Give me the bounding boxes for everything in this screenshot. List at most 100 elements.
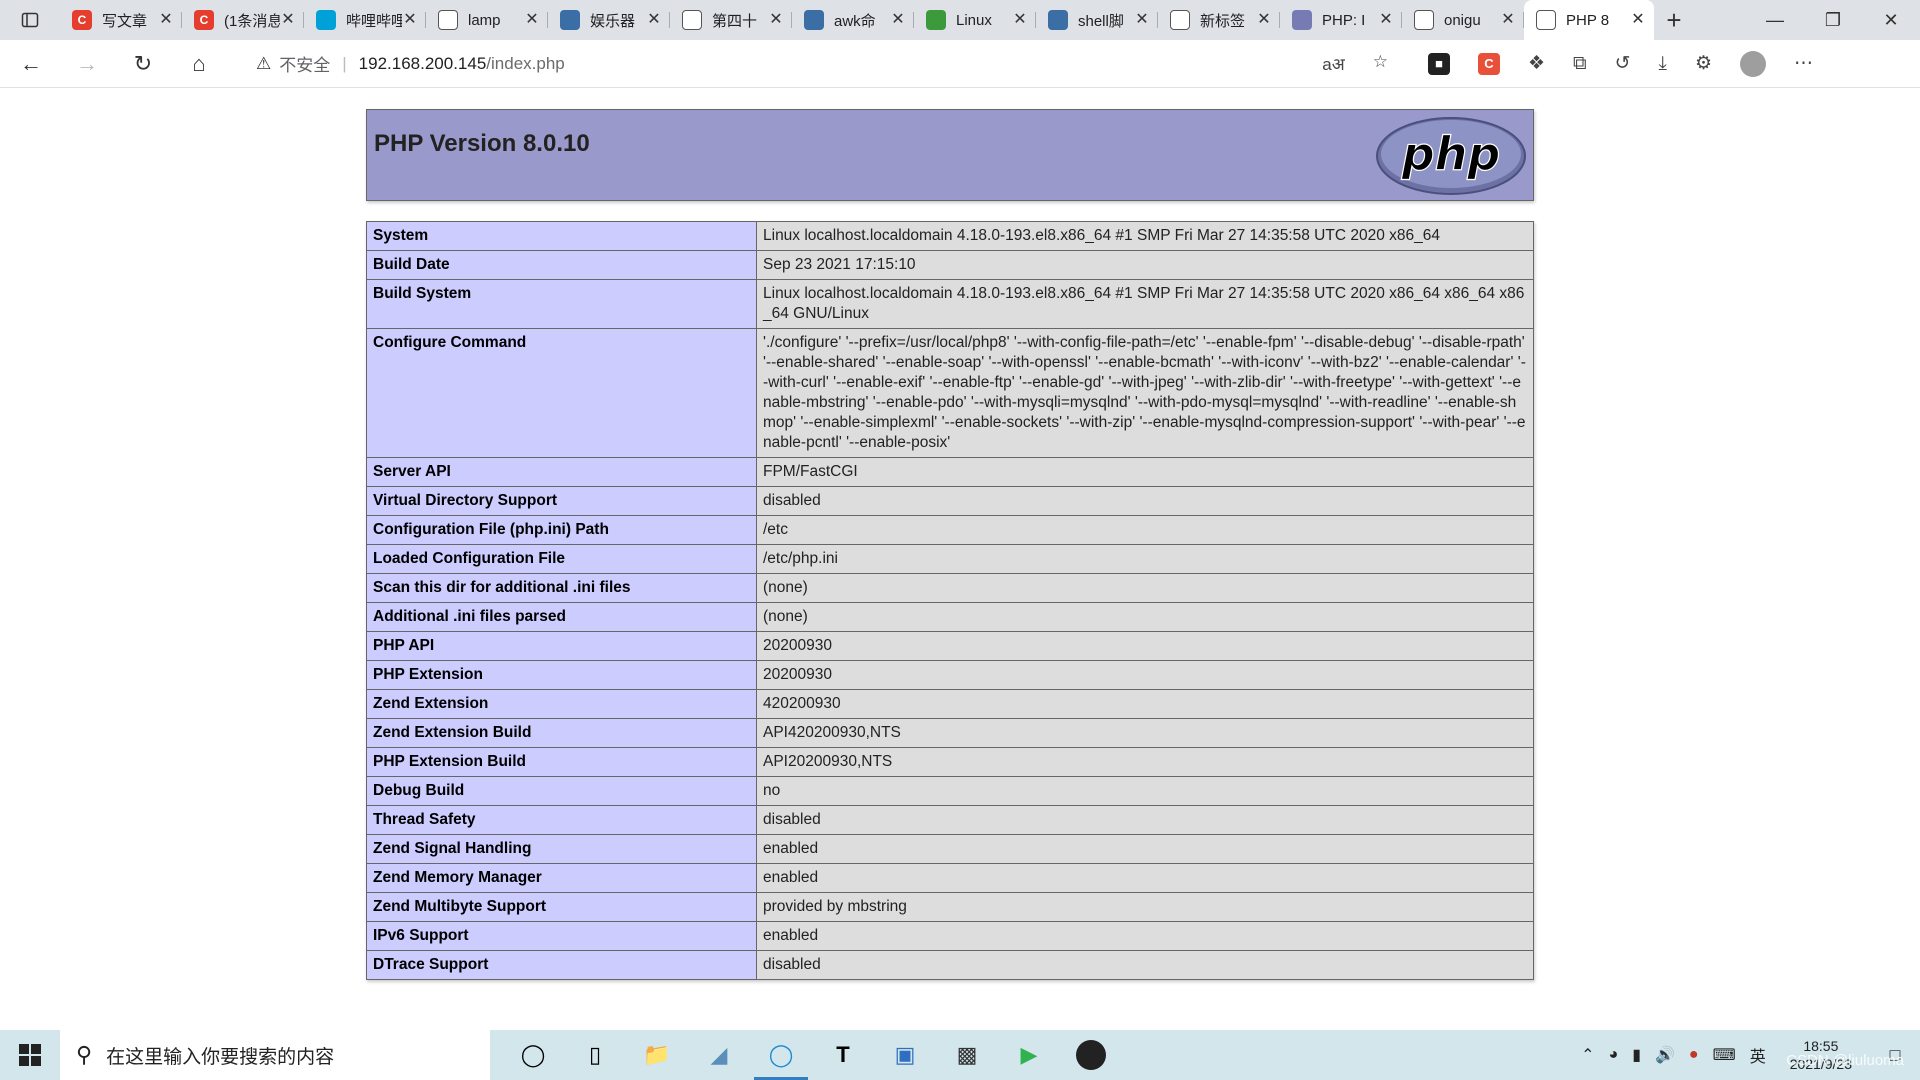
user-app-icon[interactable] [1060, 1030, 1122, 1080]
history-icon[interactable]: ↺ [1615, 52, 1631, 75]
row-key: Server API [366, 457, 757, 487]
new-tab-button[interactable]: + [1654, 0, 1694, 40]
add-favorite-icon[interactable]: ☆ [1373, 52, 1388, 75]
battery-icon[interactable]: ▮ [1632, 1045, 1641, 1065]
keyboard-icon[interactable]: ⌨ [1713, 1045, 1736, 1065]
warning-icon: ⚠ [256, 53, 272, 73]
browser-tab[interactable]: 新标签 ✕ [1158, 0, 1280, 40]
table-row: Zend Extension Build API420200930,NTS [366, 718, 1534, 748]
terminal-icon[interactable]: ▩ [936, 1030, 998, 1080]
tab-favicon-icon [926, 10, 946, 30]
watermark: CSDN @liuluoma [1786, 1052, 1904, 1069]
extensions-puzzle-icon[interactable]: ❖ [1528, 52, 1545, 75]
table-row: Configure Command './configure' '--prefix… [366, 328, 1534, 458]
qq-icon[interactable]: ● [1689, 1046, 1699, 1064]
tab-favicon-icon [1414, 10, 1434, 30]
table-row: DTrace Support disabled [366, 950, 1534, 980]
tab-close-icon[interactable]: ✕ [402, 12, 418, 28]
browser-tab[interactable]: shell脚 ✕ [1036, 0, 1158, 40]
edge-icon[interactable]: ◯ [750, 1030, 812, 1080]
row-value: API420200930,NTS [756, 718, 1534, 748]
tab-favicon-icon [1048, 10, 1068, 30]
app-icon[interactable]: ◢ [688, 1030, 750, 1080]
tab-close-icon[interactable]: ✕ [524, 12, 540, 28]
tab-close-icon[interactable]: ✕ [1012, 12, 1028, 28]
media-player-icon[interactable]: ▶ [998, 1030, 1060, 1080]
tab-close-icon[interactable]: ✕ [890, 12, 906, 28]
file-explorer-icon[interactable]: 📁 [626, 1030, 688, 1080]
chevron-up-icon[interactable]: ⌃ [1581, 1045, 1594, 1065]
downloads-icon[interactable]: ⤓ [1659, 53, 1667, 75]
tab-close-icon[interactable]: ✕ [646, 12, 662, 28]
back-button[interactable]: ← [6, 44, 56, 84]
extension-toolbar: ■ C ❖ ⧉ ↺ ⤓ ⚙ ⋯ [1428, 50, 1813, 77]
windows-taskbar: ⚲ 在这里输入你要搜索的内容 ◯ ▯ 📁 ◢ ◯ T ▣ ▩ ▶ ⌃ ◕ ▮ 🔊… [0, 1030, 1920, 1080]
tab-close-icon[interactable]: ✕ [280, 12, 296, 28]
restore-icon[interactable]: ❐ [1804, 0, 1862, 40]
browser-tab[interactable]: lamp ✕ [426, 0, 548, 40]
task-view-icon[interactable]: ▯ [564, 1030, 626, 1080]
extension-icon[interactable]: ■ [1428, 52, 1450, 75]
row-value: enabled [756, 863, 1534, 893]
tab-close-icon[interactable]: ✕ [158, 12, 174, 28]
tab-close-icon[interactable]: ✕ [768, 12, 784, 28]
forward-button[interactable]: → [62, 44, 112, 84]
url-path: /index.php [486, 53, 565, 73]
tab-favicon-icon [804, 10, 824, 30]
table-row: Build Date Sep 23 2021 17:15:10 [366, 250, 1534, 280]
cortana-icon[interactable]: ◯ [502, 1030, 564, 1080]
row-value: './configure' '--prefix=/usr/local/php8'… [756, 328, 1534, 458]
collections-icon[interactable]: ⧉ [1573, 53, 1587, 75]
browser-tab[interactable]: 第四十 ✕ [670, 0, 792, 40]
start-button[interactable] [0, 1030, 60, 1080]
vmware-icon[interactable]: ▣ [874, 1030, 936, 1080]
row-value: (none) [756, 573, 1534, 603]
browser-tab[interactable]: PHP: I ✕ [1280, 0, 1402, 40]
tab-title: PHP: I [1322, 11, 1366, 29]
row-key: Zend Extension [366, 689, 757, 719]
ime-indicator[interactable]: 英 [1750, 1043, 1766, 1067]
profile-avatar[interactable] [1740, 50, 1766, 77]
row-key: Thread Safety [366, 805, 757, 835]
csdn-extension-icon[interactable]: C [1478, 52, 1500, 75]
taskbar-search[interactable]: ⚲ 在这里输入你要搜索的内容 [60, 1030, 490, 1080]
row-value: enabled [756, 921, 1534, 951]
more-menu-icon[interactable]: ⋯ [1794, 52, 1813, 75]
browser-tab[interactable]: 娱乐器 ✕ [548, 0, 670, 40]
read-aloud-icon[interactable]: aअ [1322, 52, 1344, 75]
address-bar[interactable]: ⚠ 不安全 | 192.168.200.145 /index.php aअ ☆ [242, 44, 1402, 83]
browser-tab[interactable]: C (1条消息 ✕ [182, 0, 304, 40]
close-window-icon[interactable]: ✕ [1862, 0, 1920, 40]
browser-tab[interactable]: onigu ✕ [1402, 0, 1524, 40]
row-value: 420200930 [756, 689, 1534, 719]
browser-tab[interactable]: 哔哩哔哩 ✕ [304, 0, 426, 40]
tab-favicon-icon [1536, 10, 1556, 30]
table-row: Thread Safety disabled [366, 805, 1534, 835]
tab-close-icon[interactable]: ✕ [1378, 12, 1394, 28]
php-logo[interactable]: php [1375, 116, 1527, 196]
tab-close-icon[interactable]: ✕ [1256, 12, 1272, 28]
tab-close-icon[interactable]: ✕ [1500, 12, 1516, 28]
browser-tab[interactable]: Linux ✕ [914, 0, 1036, 40]
page-title: PHP Version 8.0.10 [374, 130, 590, 157]
refresh-button[interactable]: ↻ [118, 44, 168, 84]
tab-close-icon[interactable]: ✕ [1630, 12, 1646, 28]
tab-title: 新标签 [1200, 12, 1246, 30]
tab-title: 娱乐器 [590, 12, 636, 30]
network-icon[interactable]: ◕ [1609, 1046, 1619, 1064]
tab-close-icon[interactable]: ✕ [1134, 12, 1150, 28]
browser-tab[interactable]: awk命 ✕ [792, 0, 914, 40]
tab-actions-icon[interactable] [0, 0, 60, 40]
typora-icon[interactable]: T [812, 1030, 874, 1080]
performance-icon[interactable]: ⚙ [1695, 52, 1712, 75]
table-row: Zend Memory Manager enabled [366, 863, 1534, 893]
volume-icon[interactable]: 🔊 [1655, 1045, 1675, 1065]
browser-tab[interactable]: PHP 8 ✕ [1524, 0, 1654, 40]
browser-tab[interactable]: C 写文章 ✕ [60, 0, 182, 40]
minimize-icon[interactable]: — [1746, 0, 1804, 40]
row-key: Configure Command [366, 328, 757, 458]
home-button[interactable]: ⌂ [174, 44, 224, 84]
tab-title: Linux [956, 11, 992, 29]
row-value: provided by mbstring [756, 892, 1534, 922]
tab-title: 第四十 [712, 12, 758, 30]
